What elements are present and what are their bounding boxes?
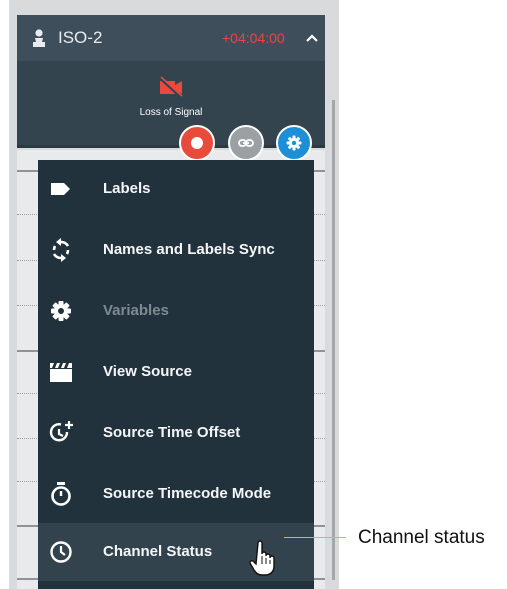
channel-card-header[interactable]: ISO-2 +04:04:00: [17, 15, 325, 61]
gear-icon: [286, 135, 302, 151]
channel-name: ISO-2: [58, 28, 103, 47]
row-divider: [314, 350, 325, 352]
menu-item-names-labels-sync[interactable]: Names and Labels Sync: [38, 221, 314, 279]
menu-item-view-source[interactable]: View Source: [38, 343, 314, 401]
menu-item-label: Names and Labels Sync: [103, 241, 275, 258]
time-offset-icon: [49, 421, 73, 442]
chevron-up-icon[interactable]: [305, 33, 319, 43]
stopwatch-icon: [51, 482, 71, 506]
channel-timecode: +04:04:00: [222, 30, 285, 46]
row-divider: [17, 305, 39, 306]
channel-card: ISO-2 +04:04:00 Loss of Signal: [17, 15, 325, 148]
menu-item-source-time-offset[interactable]: Source Time Offset: [38, 404, 314, 462]
label-tag-icon: [51, 183, 70, 195]
row-divider: [17, 481, 39, 482]
row-divider: [314, 214, 325, 215]
menu-item-label: View Source: [103, 363, 192, 380]
menu-item-label: Channel Status: [103, 543, 213, 560]
panel-scrollbar[interactable]: [332, 100, 335, 580]
menu-item-label: Variables: [103, 302, 169, 319]
callout-label: Channel status: [358, 527, 485, 548]
channel-context-menu: Labels Names and Labels Sync Variables V…: [38, 160, 314, 589]
video-off-icon: [158, 76, 183, 98]
gear-icon: [51, 301, 71, 321]
menu-item-label: Source Timecode Mode: [103, 485, 272, 502]
clapperboard-icon: [50, 363, 72, 382]
row-divider: [314, 170, 325, 172]
row-divider: [17, 393, 39, 394]
hand-cursor-icon: [249, 540, 275, 576]
row-divider: [17, 260, 39, 261]
clock-icon: [50, 541, 72, 563]
callout-leader-line: [284, 537, 346, 538]
row-divider: [314, 393, 325, 394]
row-divider: [17, 214, 39, 215]
menu-item-labels[interactable]: Labels: [38, 160, 314, 218]
row-divider: [17, 350, 39, 352]
sync-icon: [52, 238, 70, 262]
row-divider: [17, 438, 39, 439]
row-divider: [314, 481, 325, 482]
record-icon: [191, 137, 203, 149]
row-divider: [314, 525, 325, 527]
record-button[interactable]: [179, 125, 215, 161]
link-button[interactable]: [228, 125, 264, 161]
row-divider: [17, 170, 39, 172]
row-divider: [314, 305, 325, 306]
row-divider: [17, 525, 39, 527]
menu-item-label: Source Time Offset: [103, 424, 241, 441]
row-divider: [17, 578, 39, 580]
person-icon: [33, 29, 45, 47]
row-divider: [314, 260, 325, 261]
menu-item-variables[interactable]: Variables: [38, 282, 314, 340]
menu-item-source-timecode-mode[interactable]: Source Timecode Mode: [38, 465, 314, 523]
link-icon: [238, 139, 254, 147]
menu-item-label: Labels: [103, 180, 151, 197]
row-divider: [314, 578, 325, 580]
settings-button[interactable]: [276, 125, 312, 161]
signal-status-text: Loss of Signal: [139, 107, 203, 118]
row-divider: [314, 438, 325, 439]
